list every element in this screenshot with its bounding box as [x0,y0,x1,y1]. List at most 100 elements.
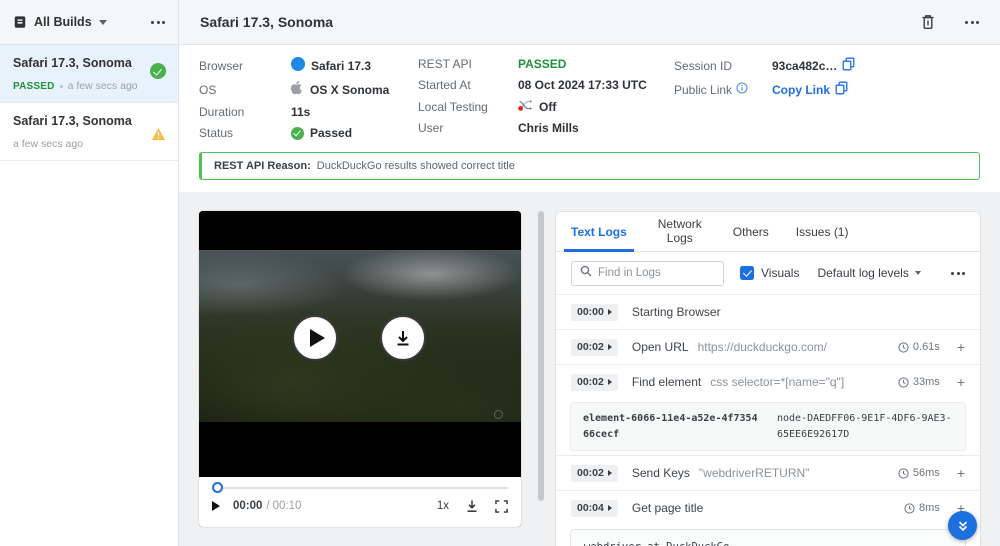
log-command: Send Keys [632,466,690,480]
browser-value: Safari 17.3 [311,59,371,73]
expand-row-button[interactable] [957,340,965,354]
log-duration: 33ms [898,376,940,388]
expand-row-button[interactable] [957,375,965,389]
build-warning-icon [151,127,166,146]
video-progress-bar[interactable] [212,482,508,495]
timestamp-chip[interactable]: 00:02 [571,465,618,482]
playback-speed-button[interactable]: 1x [437,500,449,512]
video-watermark [494,410,503,419]
session-menu-button[interactable] [965,21,979,24]
log-duration: 0.61s [898,341,940,353]
log-row[interactable]: 00:02 Send Keys "webdriverRETURN" 56ms [556,455,980,490]
copy-link-button[interactable]: Copy Link [772,81,848,98]
public-link-label: Public Link [674,83,732,97]
timestamp-chip[interactable]: 00:04 [571,500,618,517]
build-item-2[interactable]: Safari 17.3, Sonoma a few secs ago [0,103,178,161]
log-argument: https://duckduckgo.com/ [698,340,827,354]
log-row[interactable]: 00:02 Find element css selector=*[name="… [556,364,980,399]
build-timestamp: a few secs ago [13,138,83,150]
log-duration: 8ms [904,502,940,514]
os-value: OS X Sonoma [310,83,389,97]
node-id: node-DAEDFF06-9E1F-4DF6-9AE3-65EE6E92617… [777,411,953,442]
total-time: 00:10 [273,500,302,512]
log-levels-label: Default log levels [817,266,908,280]
vertical-scrollbar[interactable] [538,211,544,501]
element-result-block: element-6066-11e4-a52e-4f735466cecf node… [570,402,966,451]
user-value: Chris Mills [518,121,579,135]
tab-others[interactable]: Others [733,212,769,251]
build-passed-icon [150,63,166,79]
session-metadata: Browser Safari 17.3 OS OS X Sonoma [179,45,1000,192]
log-row[interactable]: 00:00 Starting Browser [556,294,980,329]
progress-handle[interactable] [212,482,223,493]
visuals-checkbox[interactable] [740,266,754,280]
builds-sidebar: All Builds Safari 17.3, Sonoma PASSED a … [0,0,179,546]
delete-session-button[interactable] [921,14,935,30]
started-at-label: Started At [418,78,518,92]
fullscreen-icon[interactable] [495,500,508,513]
banner-label: REST API Reason: [214,160,311,172]
log-command: Open URL [632,340,689,354]
browser-label: Browser [199,59,291,73]
dot-separator [60,85,63,88]
visuals-label: Visuals [761,266,799,280]
copy-icon [842,57,855,74]
log-argument: "webdriverRETURN" [699,466,810,480]
log-duration: 56ms [898,467,940,479]
builds-dropdown-label: All Builds [34,15,92,29]
session-id-copy[interactable]: 93ca482c… [772,57,855,74]
play-icon[interactable] [212,501,220,511]
logs-tabs: Text Logs Network Logs Others Issues (1) [556,212,980,252]
build-title: Safari 17.3, Sonoma [13,56,165,70]
timestamp-chip[interactable]: 00:02 [571,374,618,391]
sidebar-menu-button[interactable] [151,21,165,24]
log-levels-dropdown[interactable]: Default log levels [817,266,920,280]
status-value: Passed [310,126,352,140]
expand-row-button[interactable] [957,466,965,480]
chevron-down-icon [915,271,921,275]
scroll-to-bottom-button[interactable] [948,511,977,540]
timestamp-chip[interactable]: 00:02 [571,339,618,356]
apple-icon [291,81,304,98]
log-command: Starting Browser [632,305,721,319]
tab-issues[interactable]: Issues (1) [796,212,849,251]
copy-icon [835,81,848,98]
log-row[interactable]: 00:04 Get page title 8ms [556,490,980,525]
video-controls: 00:00 / 00:10 1x [199,477,521,527]
session-title: Safari 17.3, Sonoma [200,14,333,30]
log-command: Get page title [632,501,703,515]
started-at-value: 08 Oct 2024 17:33 UTC [518,78,647,92]
timestamp-chip[interactable]: 00:00 [571,304,618,321]
copy-link-label: Copy Link [772,83,830,97]
find-in-logs-search[interactable] [571,261,724,286]
builds-list-icon [13,15,27,29]
build-title: Safari 17.3, Sonoma [13,114,165,128]
logs-menu-button[interactable] [951,272,965,275]
current-time: 00:00 [233,500,262,512]
search-input[interactable] [598,267,715,279]
build-item-1[interactable]: Safari 17.3, Sonoma PASSED a few secs ag… [0,45,178,103]
log-row[interactable]: 00:02 Open URL https://duckduckgo.com/ 0… [556,329,980,364]
os-label: OS [199,83,291,97]
chevron-down-icon [99,20,107,25]
duration-label: Duration [199,105,291,119]
video-thumbnail [199,250,521,422]
session-id-value: 93ca482c… [772,59,837,73]
builds-dropdown[interactable]: All Builds [0,0,178,45]
log-output-block: webdriver at DuckDuckGo [570,529,966,546]
banner-text: DuckDuckGo results showed correct title [317,160,515,172]
logs-toolbar: Visuals Default log levels [556,252,980,294]
session-header: Safari 17.3, Sonoma [179,0,1000,45]
video-play-button[interactable] [292,315,338,361]
rest-api-value: PASSED [518,57,566,71]
video-download-button[interactable] [380,315,426,361]
download-video-icon[interactable] [465,499,479,513]
local-testing-label: Local Testing [418,100,518,114]
tab-text-logs[interactable]: Text Logs [571,212,627,251]
element-id: element-6066-11e4-a52e-4f735466cecf [583,411,759,442]
log-argument: css selector=*[name="q"] [710,375,844,389]
search-icon [580,264,592,282]
session-id-label: Session ID [674,59,772,73]
tab-network-logs[interactable]: Network Logs [654,212,706,251]
info-icon [736,82,748,97]
